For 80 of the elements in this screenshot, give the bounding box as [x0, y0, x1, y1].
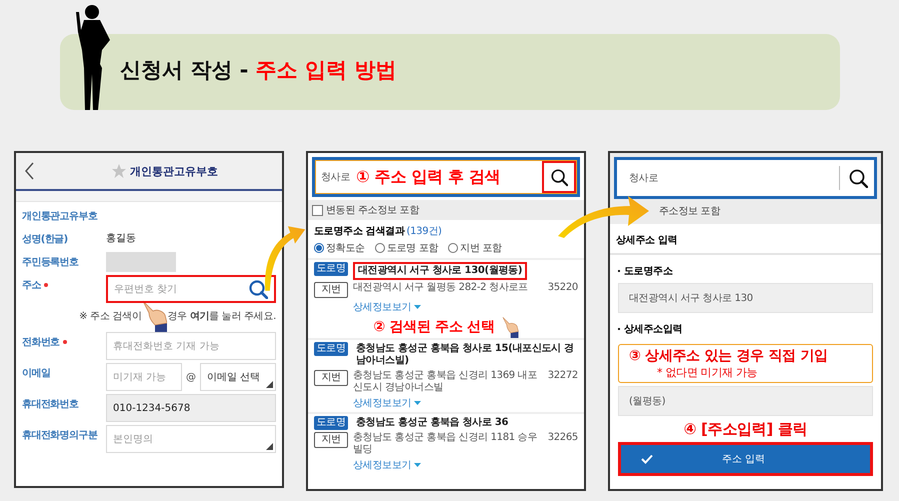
caret-icon — [266, 381, 273, 388]
check-icon — [641, 454, 653, 464]
owner-type-select[interactable]: 본인명의 — [106, 425, 276, 453]
screen-title: 개인통관고유부호 — [130, 164, 218, 178]
search-icon — [848, 168, 868, 188]
results-title: 도로명주소 검색결과 — [314, 225, 404, 238]
lot-address: 충청남도 홍성군 홍북읍 신경리 1369 내포신도시 경남아너스빌 — [353, 370, 538, 394]
field-label: 이메일 — [22, 367, 50, 380]
search-icon — [248, 279, 268, 299]
lot-address: 충청남도 홍성군 홍북읍 신경리 1181 승우빌딩 — [353, 432, 538, 456]
lot-badge: 지번 — [314, 370, 348, 386]
field-label: 전화번호 — [22, 336, 60, 349]
checkbox-label: 주소정보 포함 — [659, 206, 720, 217]
lot-address: 대전광역시 서구 월평동 282-2 청사로프 — [353, 282, 529, 294]
field-label: 휴대전화번호 — [22, 398, 78, 411]
radio-button[interactable] — [448, 243, 458, 253]
search-value: 청사로 — [321, 171, 350, 184]
caret-icon — [266, 443, 273, 450]
search-value: 청사로 — [629, 172, 660, 185]
field-divider — [839, 166, 840, 190]
checkbox-label: 변동된 주소정보 포함 — [326, 204, 420, 217]
road-badge: 도로명 — [314, 416, 348, 430]
radio-button[interactable] — [374, 243, 385, 253]
help-text: 경우 여기를 눌러 주세요. — [167, 310, 276, 323]
search-field[interactable]: 청사로 ① 주소 입력 후 검색 — [312, 157, 580, 197]
callout-text: ② 검색된 주소 선택 — [373, 318, 495, 336]
radio-label: 정확도순 — [326, 242, 365, 255]
road-badge: 도로명 — [314, 342, 348, 356]
callout-text: ① 주소 입력 후 검색 — [356, 166, 502, 188]
lot-badge: 지번 — [314, 432, 348, 448]
submit-address-button[interactable]: 주소 입력 — [618, 442, 873, 476]
zip-code: 35220 — [548, 282, 578, 294]
callout-text: ④ [주소입력] 클릭 — [682, 419, 808, 440]
callout-text: ③ 상세주소 있는 경우 직접 기입 — [629, 347, 828, 365]
search-icon — [550, 167, 568, 187]
help-text: ※ 주소 검색이 — [79, 310, 142, 323]
caret-icon — [414, 463, 422, 467]
results-count: (139건) — [406, 225, 442, 238]
pointing-hand-icon — [500, 316, 519, 338]
caret-icon — [414, 305, 422, 309]
radio-label: 도로명 포함 — [386, 242, 438, 255]
mobile-field: 010-1234-5678 — [106, 394, 276, 422]
zip-code: 32265 — [548, 432, 578, 444]
road-address[interactable]: 대전광역시 서구 청사로 130(월평동) — [353, 262, 528, 280]
section-title: 상세주소 입력 — [610, 224, 881, 255]
field-label: 주소 — [22, 279, 41, 292]
address-search-field[interactable]: 우편번호 찾기 — [106, 275, 276, 303]
checkbox[interactable] — [312, 204, 323, 216]
radio-label: 지번 포함 — [460, 242, 502, 255]
field-label: 성명(한글) — [22, 233, 68, 246]
field-label: 도로명주소 — [624, 265, 673, 278]
road-address[interactable]: 충청남도 홍성군 홍북읍 청사로 15(내포신도시 경남아너스빌) — [353, 342, 578, 368]
email-domain-select[interactable]: 이메일 선택 — [200, 363, 276, 391]
road-address[interactable]: 충청남도 홍성군 홍북읍 청사로 36 — [353, 416, 512, 430]
detail-link[interactable]: 상세정보보기 — [353, 396, 412, 410]
field-label: 휴대전화명의구분 — [22, 429, 98, 442]
search-field[interactable]: 청사로 — [614, 157, 877, 199]
field-label: 주민등록번호 — [22, 256, 78, 269]
phone-field[interactable]: 휴대전화번호 기재 가능 — [106, 332, 276, 360]
page-title: 신청서 작성 - 주소 입력 방법 — [120, 57, 396, 84]
detail-link[interactable]: 상세정보보기 — [353, 458, 412, 472]
callout-note: * 없다면 미기재 가능 — [657, 365, 758, 380]
road-badge: 도로명 — [314, 262, 348, 276]
radio-button[interactable] — [314, 243, 324, 253]
detail-link[interactable]: 상세정보보기 — [353, 300, 412, 314]
road-address-field: 대전광역시 서구 청사로 130 — [618, 283, 873, 313]
pointing-hand-icon — [141, 299, 168, 333]
at-sign: @ — [186, 372, 196, 382]
caret-icon — [414, 401, 422, 405]
star-icon — [111, 163, 127, 179]
field-label: 상세주소입력 — [624, 323, 682, 336]
email-field[interactable]: 미기재 가능 — [106, 363, 182, 391]
field-value: 홍길동 — [106, 232, 137, 246]
search-button[interactable] — [542, 161, 576, 193]
masked-field — [106, 252, 176, 272]
zip-code: 32272 — [548, 370, 578, 382]
field-label: 개인통관고유부호 — [22, 210, 98, 223]
detail-address-field[interactable]: (월평동) — [618, 386, 873, 416]
back-icon — [24, 161, 35, 181]
lot-badge: 지번 — [314, 282, 348, 298]
